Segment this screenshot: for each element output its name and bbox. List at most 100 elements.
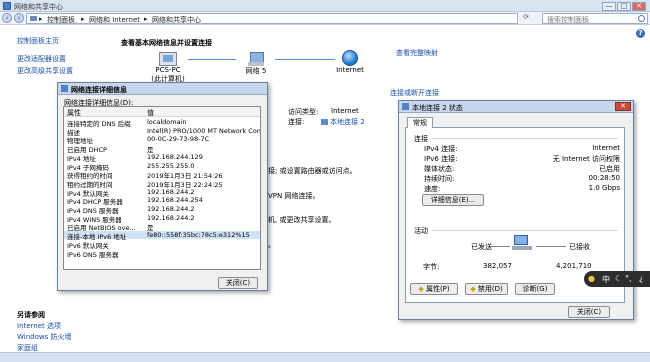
tab-general[interactable]: 常规: [407, 117, 433, 128]
full-map-link[interactable]: 查看完整映射: [396, 48, 438, 58]
row-value: 192.168.244.254: [147, 196, 203, 205]
body-text-fragment: 接; 或设置路由器或访问点。: [268, 167, 357, 175]
node-internet-name: Internet: [336, 66, 364, 74]
breadcrumb-network-internet[interactable]: 网络和 Internet: [89, 15, 140, 25]
table-header: 属性 值: [64, 107, 260, 118]
see-also-internet-options[interactable]: Internet 选项: [17, 321, 61, 331]
search-placeholder: 搜索控制面板: [547, 16, 589, 24]
see-also-firewall[interactable]: Windows 防火墙: [17, 332, 71, 342]
close-button[interactable]: ✕: [632, 2, 646, 11]
network-icon: [61, 85, 68, 92]
ime-logo-icon: ●: [588, 274, 595, 283]
details-button[interactable]: 详细信息(E)...: [422, 194, 484, 206]
ime-language[interactable]: 中: [602, 274, 610, 285]
received-line: [536, 246, 566, 247]
help-icon[interactable]: ?: [636, 29, 645, 38]
globe-icon: [342, 50, 358, 66]
table-row[interactable]: IPv6 默认网关: [64, 240, 260, 250]
local-connection-link[interactable]: 本地连接 2: [321, 117, 365, 127]
table-row[interactable]: 连接-本地 IPv6 地址 fe80::558f:35bc:78c5:e312%1…: [64, 231, 260, 241]
row-value: localdomain: [147, 118, 187, 126]
table-row[interactable]: IPv4 子网掩码 255.255.255.0: [64, 161, 260, 172]
search-input[interactable]: 搜索控制面板: [542, 13, 648, 24]
group-divider: [432, 230, 618, 231]
network-center-icon: [3, 2, 11, 10]
col-value[interactable]: 值: [147, 108, 154, 118]
maximize-button[interactable]: □: [617, 2, 631, 11]
breadcrumb-network-center[interactable]: 网络和共享中心: [152, 15, 201, 25]
sidebar-item-adapter-settings[interactable]: 更改适配器设置: [17, 54, 66, 64]
shield-icon: ◆: [470, 285, 478, 293]
table-row[interactable]: 已启用 NetBIOS ove... 是: [64, 222, 260, 232]
table-row[interactable]: 已启用 DHCP 是: [64, 144, 260, 154]
address-field[interactable]: ▸ 控制面板 ▸ 网络和 Internet ▸ 网络和共享中心: [26, 13, 518, 24]
table-row[interactable]: 连接特定的 DNS 后缀 localdomain: [64, 118, 260, 128]
table-row[interactable]: IPv4 地址 192.168.244.129: [64, 153, 260, 163]
network-icon: [402, 103, 409, 110]
status-row-value: Internet: [592, 144, 620, 152]
table-row[interactable]: 描述 Intel(R) PRO/1000 MT Network Conn: [64, 126, 261, 137]
status-row-label: IPv4 连接:: [424, 145, 458, 153]
settings-icon[interactable]: ¿: [639, 274, 643, 283]
moon-icon[interactable]: ☾: [615, 274, 622, 283]
body-text-fragment: 机, 或更改共享设置。: [268, 216, 336, 224]
diagnose-button[interactable]: 诊断(G): [515, 283, 555, 295]
details-table[interactable]: 属性 值 连接特定的 DNS 后缀 localdomain 描述 Intel(R) P…: [63, 106, 261, 270]
status-row-value: 1.0 Gbps: [588, 184, 620, 192]
forward-icon[interactable]: ›: [14, 13, 24, 23]
status-close-button[interactable]: 关闭(C): [568, 306, 610, 318]
connect-disconnect-link[interactable]: 连接或断开连接: [390, 88, 439, 98]
table-row[interactable]: IPv4 默认网关 192.168.244.2: [64, 188, 260, 198]
details-dialog-titlebar: 网络连接详细信息: [58, 83, 267, 95]
back-icon[interactable]: ‹: [2, 13, 12, 23]
row-value: 00-0C-29-73-98-7C: [147, 135, 210, 144]
shield-icon: ◆: [418, 285, 426, 293]
connections-label: 连接:: [288, 118, 305, 126]
table-row[interactable]: 获得租约的时间 2019年1月3日 21:54:26: [64, 170, 260, 180]
body-text-fragment: VPN 网络连接。: [268, 192, 320, 200]
status-row-label: 持续时间:: [424, 175, 455, 183]
connection-group-title: 连接: [414, 135, 428, 143]
table-row[interactable]: IPv4 WINS 服务器 192.168.244.2: [64, 214, 260, 224]
ime-toolbar[interactable]: ● 中 ☾ °, ¿: [584, 271, 650, 287]
control-panel-icon: [30, 16, 37, 21]
node-pc-name: PCS-PC: [155, 66, 181, 74]
row-value: Intel(R) PRO/1000 MT Network Conn: [147, 126, 261, 135]
table-row[interactable]: 租约过期的时间 2019年1月3日 22:24:25: [64, 179, 260, 189]
computer-icon: [159, 52, 177, 66]
row-value: 255.255.255.0: [147, 161, 195, 170]
search-icon[interactable]: [638, 15, 645, 22]
row-value: fe80::558f:35bc:78c5:e312%15: [147, 231, 250, 240]
node-network[interactable]: 网络 5: [240, 52, 272, 76]
disable-button[interactable]: ◆ 禁用(D): [465, 283, 508, 295]
refresh-icon[interactable]: ⟳: [521, 13, 531, 24]
access-type-label: 访问类型:: [288, 108, 319, 116]
sent-label: 已发送: [471, 243, 492, 251]
address-bar: ‹ › ▸ 控制面板 ▸ 网络和 Internet ▸ 网络和共享中心 ⟳ 搜索…: [0, 12, 650, 25]
punctuation-icon[interactable]: °,: [625, 274, 632, 283]
disable-label: 禁用(D): [477, 285, 503, 293]
sidebar-item-advanced-sharing[interactable]: 更改高级共享设置: [17, 66, 73, 76]
connection-icon: [321, 119, 328, 125]
body-text-fragment: 。: [268, 241, 275, 249]
properties-button[interactable]: ◆ 属性(P): [410, 283, 458, 295]
close-icon[interactable]: ✕: [615, 102, 631, 111]
details-close-button[interactable]: 关闭(C): [218, 277, 258, 289]
node-this-computer: PCS-PC (此计算机): [150, 52, 186, 84]
status-row-value: 无 Internet 访问权限: [552, 155, 620, 163]
table-row[interactable]: IPv6 DNS 服务器: [64, 249, 260, 259]
connection-name: 本地连接 2: [330, 118, 365, 126]
status-row-value: 00:28:50: [588, 174, 620, 182]
group-divider: [432, 138, 618, 139]
page-heading: 查看基本网络信息并设置连接: [121, 39, 212, 47]
breadcrumb-control-panel[interactable]: 控制面板: [47, 15, 75, 25]
node-internet[interactable]: Internet: [334, 50, 366, 74]
table-row[interactable]: IPv4 DNS 服务器 192.168.244.2: [64, 205, 260, 215]
sidebar-item-home[interactable]: 控制面板主页: [17, 36, 59, 46]
network-activity-icon: [512, 235, 532, 251]
minimize-button[interactable]: —: [602, 2, 616, 11]
connection-line: [188, 59, 236, 60]
table-row[interactable]: IPv4 DHCP 服务器 192.168.244.254: [64, 196, 260, 206]
table-row[interactable]: 物理地址 00-0C-29-73-98-7C: [64, 135, 260, 145]
col-property[interactable]: 属性: [67, 108, 81, 118]
